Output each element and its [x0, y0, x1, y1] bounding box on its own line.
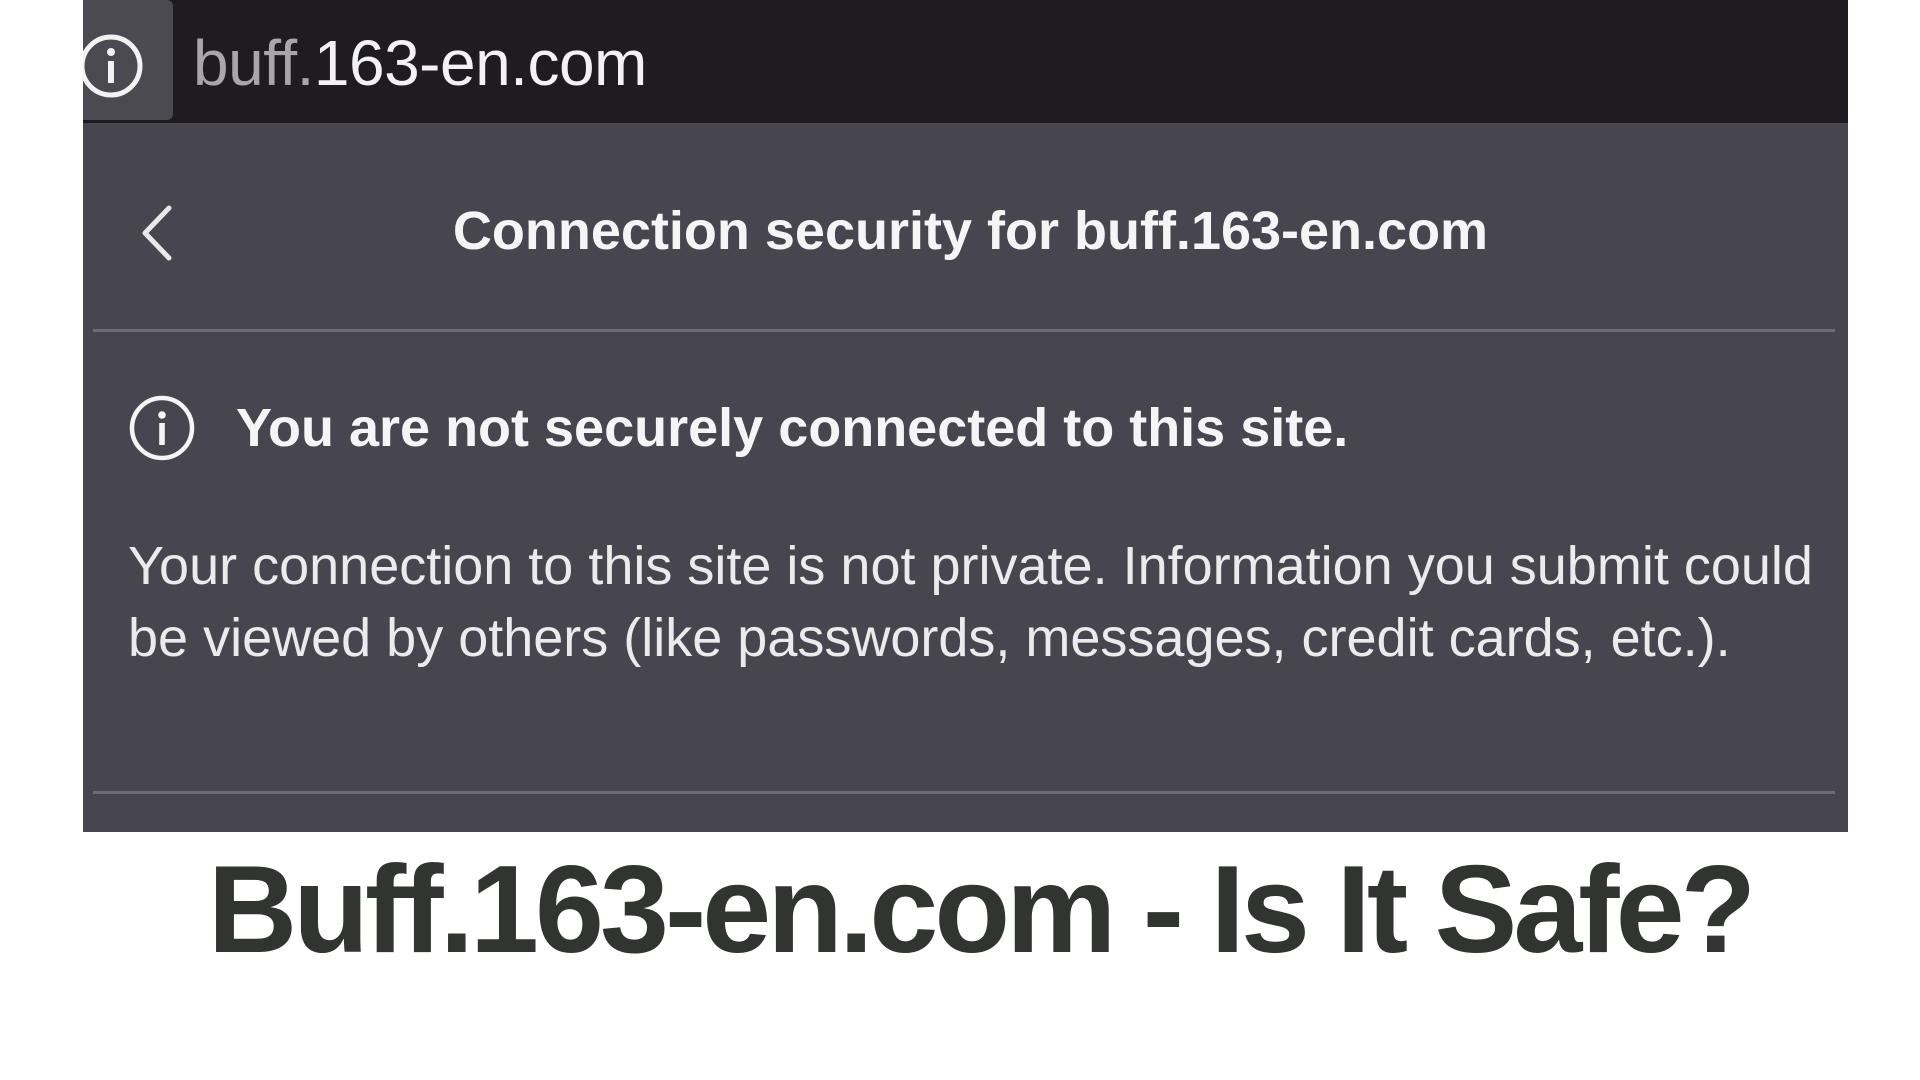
site-info-button[interactable]: [83, 0, 173, 120]
panel-divider: [93, 791, 1835, 794]
url-text[interactable]: buff.163-en.com: [193, 28, 647, 98]
browser-screenshot: buff.163-en.com Connection security for …: [83, 0, 1848, 832]
info-circle-icon: [83, 34, 143, 98]
caption-heading: Buff.163-en.com - Is It Safe?: [207, 841, 1757, 979]
panel-header: Connection security for buff.163-en.com: [83, 123, 1848, 330]
security-warning: You are not securely connected to this s…: [128, 392, 1348, 464]
url-bar[interactable]: buff.163-en.com: [83, 0, 1848, 123]
panel-divider: [93, 329, 1835, 332]
info-circle-icon: [129, 395, 195, 461]
url-prefix: buff.: [193, 27, 314, 99]
url-domain: 163-en.com: [313, 27, 647, 99]
warning-description: Your connection to this site is not priv…: [128, 536, 1813, 668]
panel-title: Connection security for buff.163-en.com: [452, 201, 1489, 261]
warning-title: You are not securely connected to this s…: [236, 398, 1349, 458]
